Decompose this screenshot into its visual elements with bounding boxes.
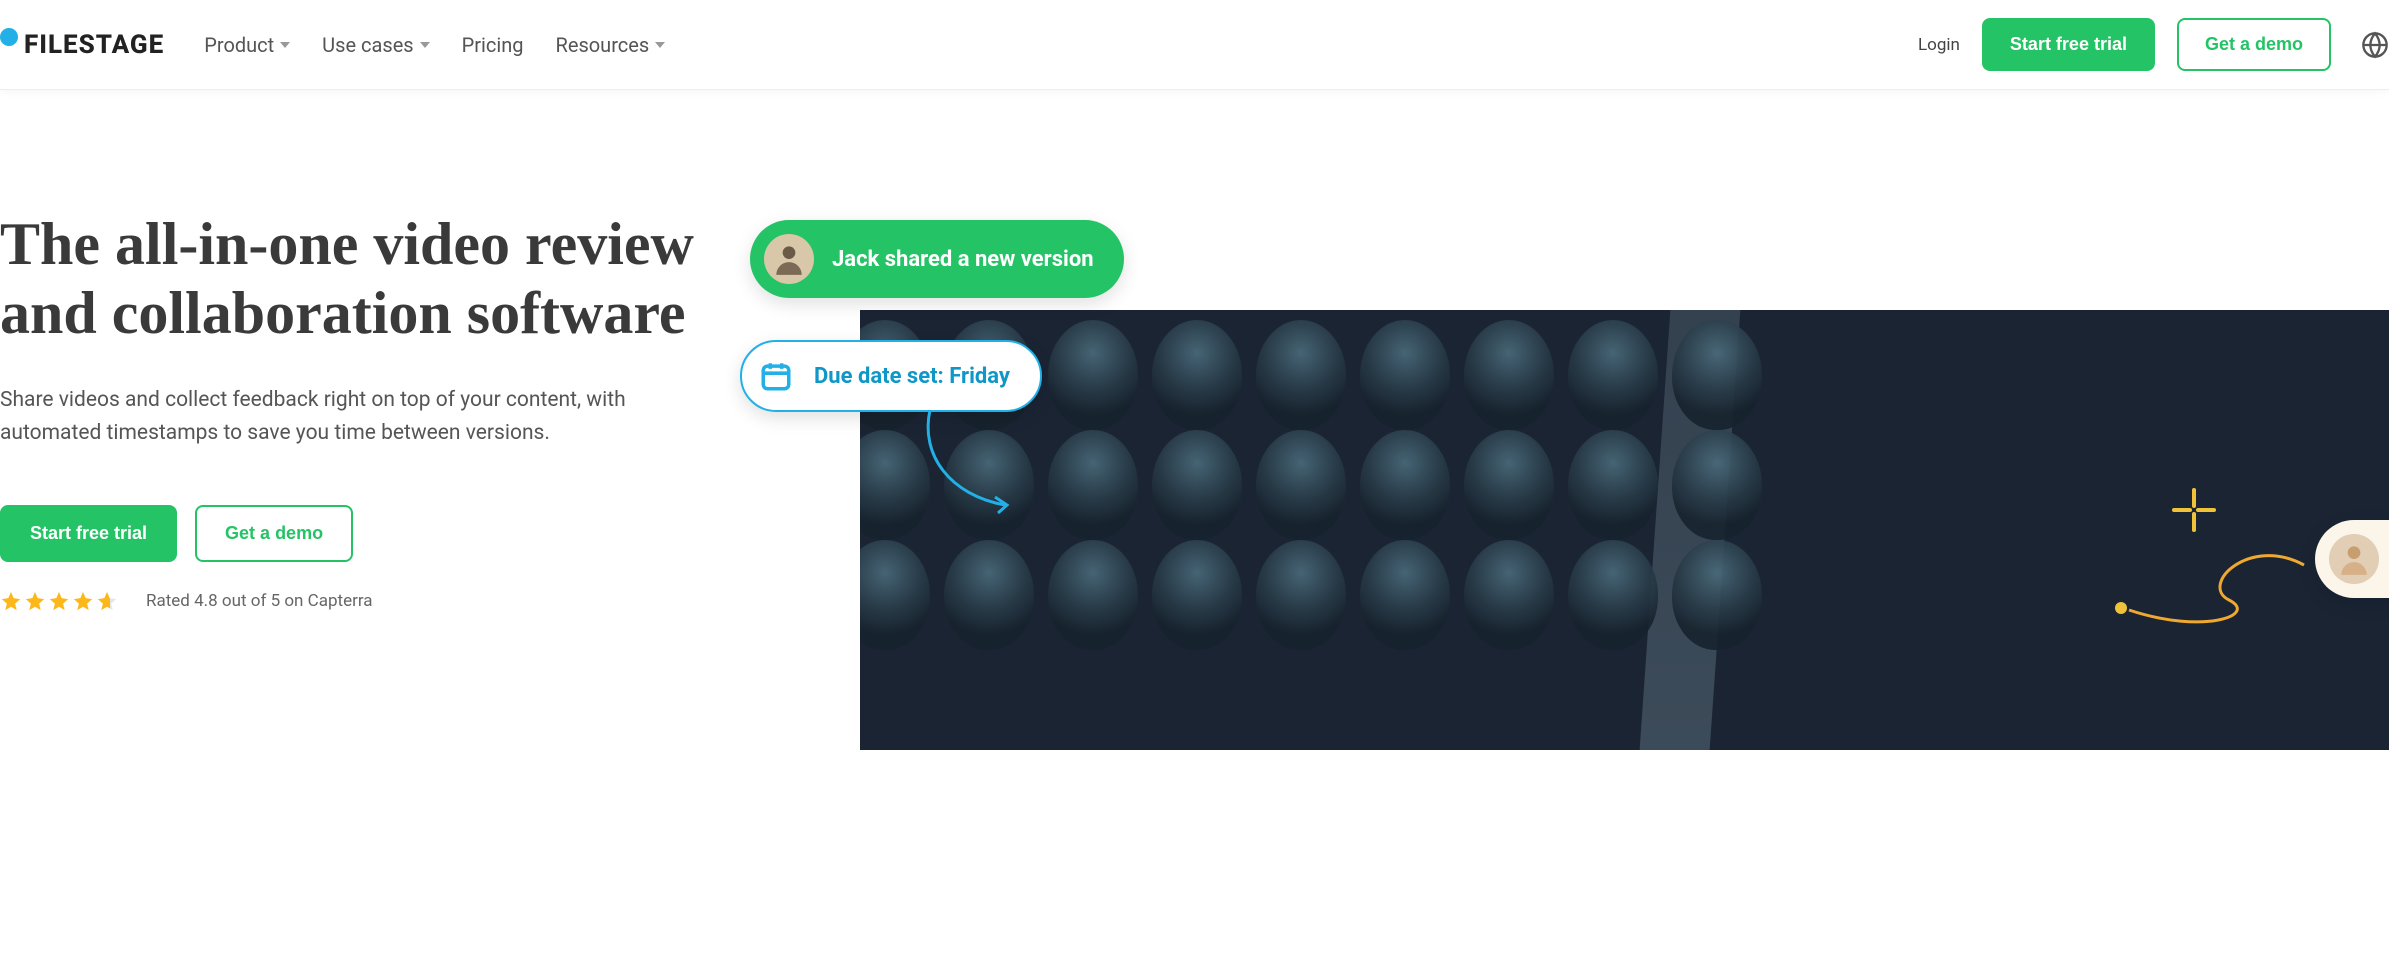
nav-label: Product <box>204 33 274 57</box>
hero-text-column: The all-in-one video review and collabor… <box>0 210 720 650</box>
hero-start-trial-button[interactable]: Start free trial <box>0 505 177 562</box>
video-preview-image <box>860 310 2389 750</box>
avatar-sarah <box>2329 534 2379 584</box>
notification-shared: Jack shared a new version <box>750 220 1124 298</box>
chevron-down-icon <box>655 42 665 48</box>
notification-due-date: Due date set: Friday <box>740 340 1042 412</box>
logo-dot-icon <box>0 28 18 46</box>
nav-item-resources[interactable]: Resources <box>556 33 666 57</box>
hero-title: The all-in-one video review and collabor… <box>0 210 720 348</box>
nav-label: Pricing <box>462 33 524 57</box>
notification-text: Due date set: Friday <box>814 364 1010 389</box>
primary-nav: Product Use cases Pricing Resources <box>204 33 665 57</box>
hero-section: The all-in-one video review and collabor… <box>0 90 2389 650</box>
login-link[interactable]: Login <box>1918 35 1960 55</box>
chevron-down-icon <box>420 42 430 48</box>
globe-icon[interactable] <box>2361 31 2389 59</box>
star-icon <box>0 590 22 612</box>
star-icon <box>48 590 70 612</box>
nav-label: Use cases <box>322 33 413 57</box>
avatar-jack <box>764 234 814 284</box>
hero-subtitle: Share videos and collect feedback right … <box>0 384 720 449</box>
start-trial-button[interactable]: Start free trial <box>1982 18 2155 71</box>
main-navbar: FILESTAGE Product Use cases Pricing Reso… <box>0 0 2389 90</box>
nav-actions: Login Start free trial Get a demo <box>1918 18 2389 71</box>
nav-label: Resources <box>556 33 650 57</box>
hero-cta-row: Start free trial Get a demo <box>0 505 720 562</box>
notification-review: Sarah re <box>2315 520 2389 598</box>
calendar-icon <box>756 356 796 396</box>
nav-item-use-cases[interactable]: Use cases <box>322 33 429 57</box>
nav-item-pricing[interactable]: Pricing <box>462 33 524 57</box>
rating-stars <box>0 590 118 612</box>
star-half-icon <box>96 590 118 612</box>
notification-text: Jack shared a new version <box>832 247 1094 272</box>
connector-arrow-icon <box>910 405 1030 525</box>
star-icon <box>72 590 94 612</box>
brand-name: FILESTAGE <box>24 30 164 60</box>
hero-get-demo-button[interactable]: Get a demo <box>195 505 353 562</box>
nav-item-product[interactable]: Product <box>204 33 290 57</box>
get-demo-button[interactable]: Get a demo <box>2177 18 2331 71</box>
chevron-down-icon <box>280 42 290 48</box>
rating-text: Rated 4.8 out of 5 on Capterra <box>146 591 373 611</box>
star-icon <box>24 590 46 612</box>
brand-logo[interactable]: FILESTAGE <box>0 30 164 60</box>
sparkle-icon <box>2169 485 2219 535</box>
swirl-arrow-icon <box>2109 540 2309 640</box>
hero-illustration: Fri Jack shared a new version Due date s… <box>720 210 2389 650</box>
rating-row: Rated 4.8 out of 5 on Capterra <box>0 590 720 612</box>
